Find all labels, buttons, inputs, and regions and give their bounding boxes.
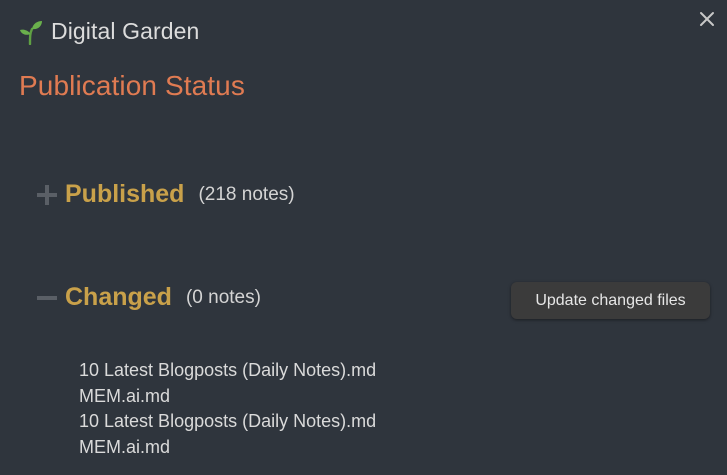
list-item: 10 Latest Blogposts (Daily Notes).md <box>79 411 377 431</box>
list-item: 10 Latest Blogposts (Daily Notes).md <box>79 360 377 380</box>
section-published-title: Published <box>65 180 185 208</box>
changed-file-list: 10 Latest Blogposts (Daily Notes).md MEM… <box>79 358 376 460</box>
list-item: MEM.ai.md <box>79 385 171 406</box>
section-changed-count: (0 notes) <box>185 286 261 308</box>
close-button[interactable] <box>697 9 717 29</box>
update-changed-files-button[interactable]: Update changed files <box>511 282 710 319</box>
section-published-toggle[interactable]: Published (218 notes) <box>37 180 295 209</box>
section-published-count: (218 notes) <box>198 183 295 205</box>
plus-icon <box>37 184 57 205</box>
modal-header: Digital Garden <box>19 18 199 45</box>
list-item: MEM.ai.md <box>79 436 171 457</box>
section-changed-toggle[interactable]: Changed (0 notes) <box>37 283 261 312</box>
sprout-icon <box>19 19 43 45</box>
page-title: Publication Status <box>19 70 245 101</box>
section-changed-title: Changed <box>65 283 172 311</box>
publication-status-modal: Digital Garden Publication Status Publis… <box>0 0 727 475</box>
close-icon <box>700 12 714 26</box>
app-title: Digital Garden <box>51 18 200 44</box>
minus-icon <box>37 288 57 308</box>
